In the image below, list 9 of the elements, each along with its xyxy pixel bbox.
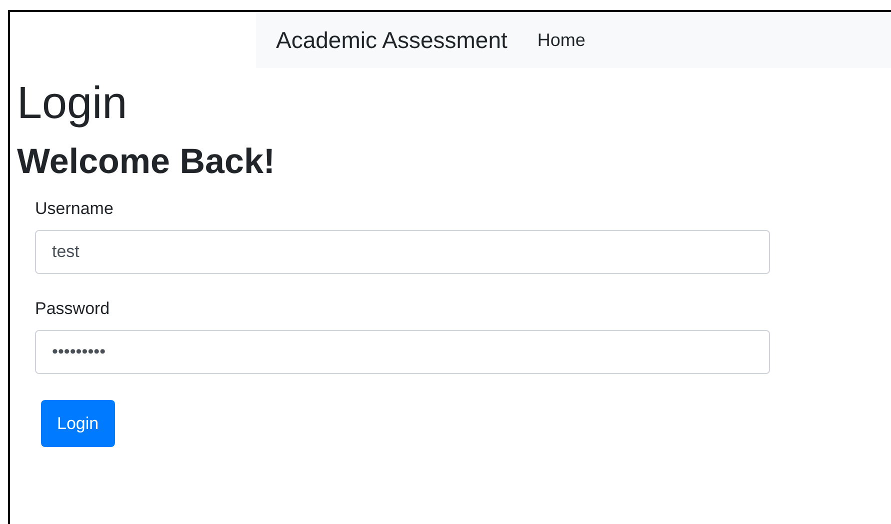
- field-label: Password: [35, 298, 111, 320]
- welcome-heading: Welcome Back!: [17, 141, 276, 183]
- field-label: Username: [35, 198, 114, 220]
- nav-link[interactable]: Home: [537, 30, 586, 50]
- input-field[interactable]: test: [35, 230, 770, 274]
- page-title: Login: [17, 76, 128, 130]
- login-button[interactable]: Login: [41, 400, 115, 447]
- brand-link[interactable]: Academic Assessment: [276, 26, 508, 54]
- input-field[interactable]: •••••••••: [35, 330, 770, 374]
